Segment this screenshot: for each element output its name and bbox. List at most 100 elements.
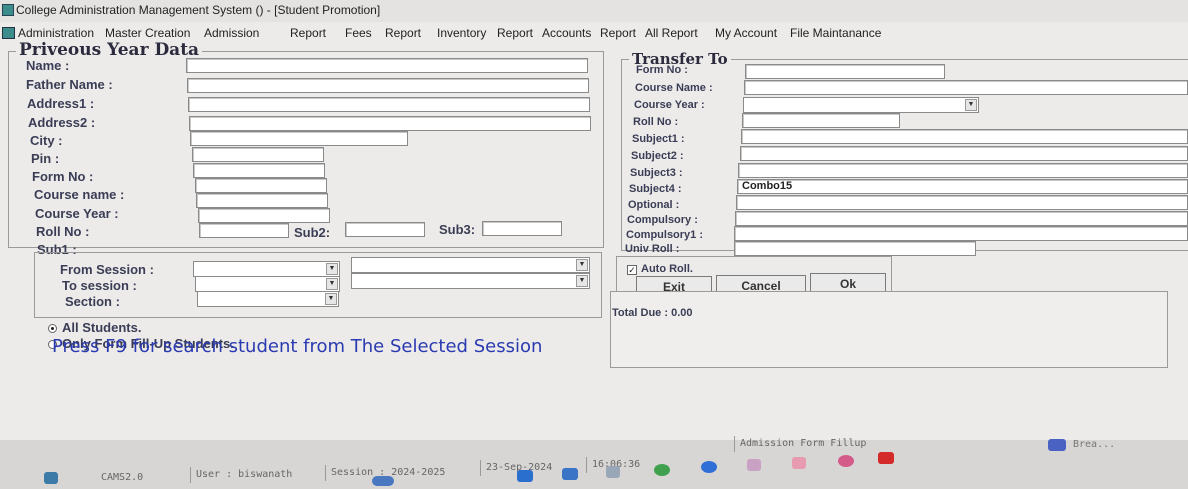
t-compulsory1-label: Compulsory1 : [626,229,704,241]
title-bar: College Administration Management System… [0,0,1188,22]
taskbar-browser-icon[interactable] [838,455,854,467]
t-compulsory-input[interactable] [735,211,1188,226]
window-menu-icon[interactable] [2,27,15,39]
father-name-input[interactable] [187,78,589,93]
t-optional-input[interactable] [736,195,1188,210]
menu-report-3[interactable]: Report [497,26,533,40]
f9-search-hint: Press F9 for search student from The Sel… [52,336,543,357]
form-no-label: Form No : [32,169,94,184]
roll-no-input[interactable] [198,208,330,223]
app-icon [2,4,14,16]
status-module: Admission Form Fillup [734,436,866,452]
t-subject1-label: Subject1 : [632,133,685,145]
from-session-select[interactable]: ▼ [193,261,340,277]
t-form-no-input[interactable] [745,64,945,79]
auto-roll-label[interactable]: Auto Roll. [641,263,693,275]
name-input[interactable] [186,58,588,73]
all-students-label[interactable]: All Students. [62,320,141,335]
menu-all-report[interactable]: All Report [645,26,698,40]
t-subject4-input[interactable]: Combo15 [737,179,1188,194]
all-students-radio[interactable] [48,324,57,333]
t-subject1-input[interactable] [741,129,1188,144]
address2-input[interactable] [189,116,591,131]
status-app: CAMS2.0 [101,472,144,483]
section-label: Section : [65,294,120,309]
t-subject3-label: Subject3 : [630,167,683,179]
t-subject2-label: Subject2 : [631,150,684,162]
t-univ-roll-label: Univ Roll : [625,243,680,255]
course-name-input[interactable] [195,178,327,193]
sub2-label: Sub2: [294,225,331,240]
dropdown-arrow-icon[interactable]: ▼ [325,293,337,305]
t-optional-label: Optional : [628,199,680,211]
status-user: User : biswanath [190,467,292,483]
session-extra-select-2[interactable]: ▼ [351,273,590,289]
course-name-label: Course name : [34,187,125,202]
section-select[interactable]: ▼ [197,291,339,307]
father-name-label: Father Name : [26,77,113,92]
t-course-name-input[interactable] [744,80,1188,95]
news-widget-text[interactable]: Brea... [1068,437,1115,453]
taskbar-youtube-icon[interactable] [878,452,894,464]
course-year-input[interactable] [196,193,328,208]
menu-master-creation[interactable]: Master Creation [105,26,190,40]
taskbar-terminal-icon[interactable] [747,459,761,471]
dropdown-arrow-icon[interactable]: ▼ [326,278,338,290]
t-course-name-label: Course Name : [635,82,713,94]
t-roll-no-label: Roll No : [633,116,679,128]
dropdown-arrow-icon[interactable]: ▼ [965,99,977,111]
menu-report-2[interactable]: Report [385,26,421,40]
name-label: Name : [26,58,70,73]
total-due-text: Total Due : 0.00 [612,307,693,319]
to-session-label: To session : [62,278,137,293]
form-no-input[interactable] [193,163,325,178]
t-compulsory1-input[interactable] [734,226,1188,241]
dropdown-arrow-icon[interactable]: ▼ [576,259,588,271]
menu-report[interactable]: Report [290,26,326,40]
taskbar-edge-icon[interactable] [517,470,533,482]
from-session-label: From Session : [60,262,154,277]
t-compulsory-label: Compulsory : [627,214,698,226]
t-course-year-select[interactable]: ▼ [743,97,979,113]
t-course-year-label: Course Year : [634,99,705,111]
taskbar-gallery-icon[interactable] [792,457,806,469]
sub1-input[interactable] [199,223,289,238]
menu-my-account[interactable]: My Account [715,26,777,40]
window-title: College Administration Management System… [16,3,381,17]
t-subject2-input[interactable] [740,146,1188,161]
menu-fees[interactable]: Fees [345,26,372,40]
dropdown-arrow-icon[interactable]: ▼ [576,275,588,287]
t-univ-roll-input[interactable] [734,241,976,256]
course-year-label: Course Year : [35,206,119,221]
taskbar-chrome-icon[interactable] [654,464,670,476]
sub3-input[interactable] [482,221,562,236]
session-extra-select-1[interactable]: ▼ [351,257,590,273]
taskbar-facebook-icon[interactable] [701,461,717,473]
ok-button[interactable]: Ok [810,273,886,293]
menu-inventory[interactable]: Inventory [437,26,486,40]
menu-report-4[interactable]: Report [600,26,636,40]
address1-input[interactable] [188,97,590,112]
roll-no-label: Roll No : [36,224,90,239]
taskbar-mail-icon[interactable] [562,468,578,480]
to-session-select[interactable]: ▼ [195,276,340,292]
menu-admission[interactable]: Admission [204,26,259,40]
pin-label: Pin : [31,151,60,166]
taskbar-app-icon[interactable] [372,476,394,486]
auto-roll-checkbox[interactable]: ✓ [627,265,637,275]
t-roll-no-input[interactable] [742,113,900,128]
menu-administration[interactable]: Administration [18,26,94,40]
taskbar-photos-icon[interactable] [606,466,620,478]
dropdown-arrow-icon[interactable]: ▼ [326,263,338,275]
pin-input[interactable] [192,147,324,162]
city-label: City : [30,133,63,148]
sub2-input[interactable] [345,222,425,237]
t-subject3-input[interactable] [738,163,1188,178]
menu-accounts[interactable]: Accounts [542,26,591,40]
address1-label: Address1 : [27,96,95,111]
news-widget-icon[interactable] [1048,439,1066,451]
address2-label: Address2 : [28,115,96,130]
t-subject4-label: Subject4 : [629,183,682,195]
menu-file-maintanance[interactable]: File Maintanance [790,26,881,40]
city-input[interactable] [190,131,408,146]
